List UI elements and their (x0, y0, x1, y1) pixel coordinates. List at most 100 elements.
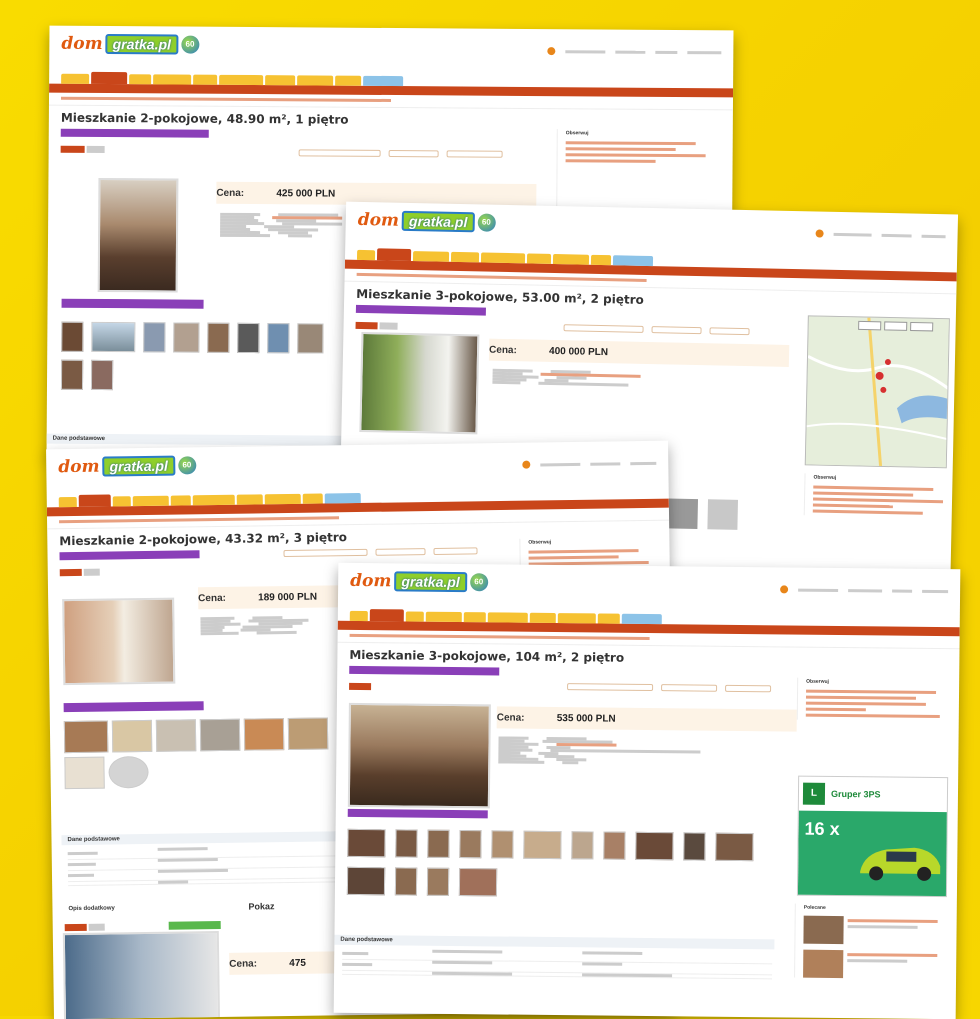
tab[interactable] (597, 613, 620, 624)
thumbnail[interactable] (207, 322, 230, 353)
tab[interactable] (58, 496, 77, 508)
action-link[interactable] (298, 149, 381, 157)
gallery-strip[interactable] (61, 298, 204, 309)
tab[interactable] (612, 255, 654, 267)
main-photo[interactable] (347, 702, 491, 809)
photo-tab[interactable] (64, 923, 87, 932)
recommended-thumb[interactable] (803, 915, 844, 945)
photo-tab[interactable] (60, 145, 85, 153)
thumbnail[interactable] (347, 828, 386, 858)
tab[interactable] (557, 613, 596, 624)
thumbnail[interactable] (458, 868, 498, 897)
account-icon[interactable] (522, 460, 531, 469)
tab[interactable] (193, 74, 218, 85)
tab[interactable] (219, 74, 264, 86)
tab[interactable] (192, 494, 235, 506)
tab[interactable] (356, 249, 376, 261)
thumbnail[interactable] (61, 321, 84, 352)
tab[interactable] (450, 251, 480, 263)
promo-badge[interactable] (60, 128, 209, 138)
map-tab[interactable] (86, 145, 105, 154)
tab[interactable] (363, 75, 404, 87)
photo-tab[interactable] (355, 321, 378, 330)
promo-badge[interactable] (355, 304, 486, 316)
tab[interactable] (480, 252, 526, 264)
tab[interactable] (621, 613, 662, 625)
map-tab[interactable] (83, 568, 100, 576)
action-link[interactable] (388, 149, 439, 158)
photo-tab[interactable] (349, 682, 372, 691)
map-tab[interactable] (379, 322, 398, 330)
account-icon[interactable] (815, 229, 824, 238)
thumbnail[interactable] (426, 867, 450, 896)
location-map[interactable] (804, 315, 950, 469)
tab[interactable] (349, 610, 368, 622)
account-icon[interactable] (780, 585, 789, 594)
thumbnail[interactable] (199, 718, 241, 752)
tab-active[interactable] (78, 494, 111, 507)
tab[interactable] (412, 251, 450, 262)
thumbnail[interactable] (237, 322, 260, 354)
thumbnail[interactable] (108, 755, 149, 789)
action-link[interactable] (725, 684, 772, 693)
tab[interactable] (425, 611, 462, 623)
action-link[interactable] (283, 548, 368, 558)
tab[interactable] (405, 611, 424, 622)
thumbnail[interactable] (459, 830, 482, 859)
tab[interactable] (265, 75, 296, 86)
thumbnail[interactable] (683, 832, 706, 861)
thumbnail[interactable] (491, 830, 514, 859)
tab-active[interactable] (376, 248, 412, 262)
main-photo[interactable] (62, 597, 176, 686)
thumbnail[interactable] (523, 830, 562, 860)
tab[interactable] (302, 493, 323, 504)
account-icon[interactable] (547, 47, 556, 56)
thumbnail[interactable] (111, 719, 153, 753)
thumbnail[interactable] (287, 717, 329, 751)
thumbnail[interactable] (427, 829, 450, 858)
tab[interactable] (529, 612, 556, 624)
thumbnail[interactable] (667, 498, 699, 530)
tab[interactable] (264, 493, 301, 505)
promo-badge[interactable] (59, 550, 200, 561)
main-photo-2[interactable] (62, 931, 221, 1019)
tab[interactable] (297, 75, 334, 86)
thumbnail[interactable] (155, 719, 197, 752)
thumbnail[interactable] (243, 718, 285, 751)
tab[interactable] (552, 253, 590, 265)
gallery-strip[interactable] (347, 808, 488, 819)
tab-active[interactable] (91, 71, 128, 85)
tab[interactable] (236, 494, 263, 505)
thumbnail[interactable] (173, 322, 200, 353)
tab-active[interactable] (369, 609, 404, 622)
recommended-thumb[interactable] (803, 949, 844, 979)
tab[interactable] (324, 492, 361, 504)
thumbnail[interactable] (571, 831, 594, 860)
promo-badge[interactable] (349, 665, 500, 676)
thumbnail[interactable] (60, 359, 84, 390)
action-link[interactable] (446, 150, 503, 158)
thumbnail[interactable] (394, 867, 418, 896)
tab[interactable] (61, 73, 90, 84)
tab[interactable] (487, 612, 528, 623)
thumbnail[interactable] (603, 831, 626, 860)
action-link[interactable] (375, 548, 426, 556)
tab[interactable] (153, 74, 192, 85)
gallery-strip[interactable] (63, 701, 204, 713)
tab[interactable] (170, 495, 191, 506)
action-link[interactable] (709, 327, 750, 336)
advertisement[interactable]: L Gruper 3PS 16 x (796, 775, 949, 898)
tab[interactable] (129, 74, 152, 85)
thumbnail[interactable] (143, 322, 166, 353)
action-link[interactable] (567, 683, 654, 692)
thumbnail[interactable] (715, 832, 754, 862)
tab[interactable] (112, 496, 131, 507)
thumbnail[interactable] (267, 323, 290, 354)
main-photo[interactable] (97, 177, 179, 293)
thumbnail[interactable] (707, 499, 739, 530)
photo-tab[interactable] (59, 568, 82, 577)
tab[interactable] (526, 253, 552, 264)
action-link[interactable] (661, 684, 718, 692)
main-photo[interactable] (359, 331, 480, 435)
thumbnail[interactable] (297, 323, 324, 354)
